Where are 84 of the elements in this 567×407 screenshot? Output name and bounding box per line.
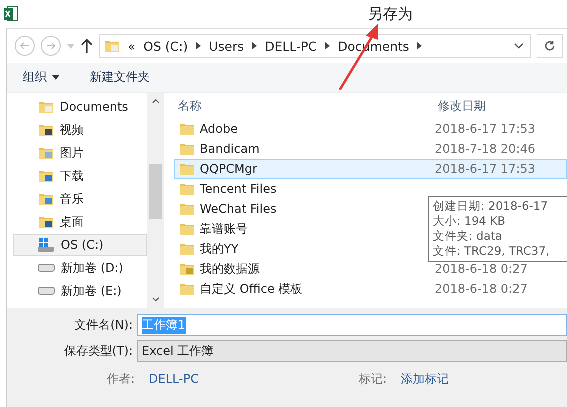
breadcrumb-arrow-icon[interactable] <box>417 42 422 50</box>
file-name: 靠谱账号 <box>200 220 248 238</box>
sidebar-item[interactable]: 下载 <box>13 165 147 187</box>
file-row[interactable]: 我的数据源 2018-6-18 0:27 <box>174 259 567 279</box>
sidebar-item[interactable]: Documents <box>13 96 147 118</box>
folder-icon <box>179 282 195 296</box>
data-folder-icon <box>179 262 195 276</box>
folder-icon <box>179 142 195 156</box>
music-folder-icon <box>38 192 54 206</box>
scroll-thumb[interactable] <box>149 164 162 219</box>
sidebar-item[interactable]: 新加卷 (E:) <box>13 280 147 302</box>
file-row[interactable]: QQPCMgr 2018-6-17 17:53 <box>174 159 567 179</box>
refresh-icon <box>544 40 556 52</box>
file-name: Adobe <box>200 122 238 136</box>
drive-icon <box>38 287 55 295</box>
breadcrumb-arrow-icon[interactable] <box>252 42 258 50</box>
new-folder-button[interactable]: 新建文件夹 <box>90 69 150 86</box>
file-row[interactable]: Tencent Files <box>174 179 567 199</box>
breadcrumb-item[interactable]: Users <box>209 38 244 54</box>
file-name: 我的数据源 <box>200 260 260 278</box>
annotation-title: 另存为 <box>368 4 413 24</box>
author-label: 作者: <box>107 370 136 388</box>
sidebar-item[interactable]: 新加卷 (D:) <box>13 257 147 279</box>
video-folder-icon <box>38 123 54 137</box>
caret-icon <box>52 75 60 80</box>
modified-date: 2018-6-18 0:27 <box>435 262 529 276</box>
folder-icon <box>179 122 195 136</box>
tooltip-line: 大小: 194 KB <box>433 214 507 229</box>
file-name: 自定义 Office 模板 <box>200 280 303 298</box>
folder-icon <box>179 162 195 176</box>
file-row[interactable]: Bandicam 2018-7-18 20:46 <box>174 139 567 159</box>
scroll-down-icon[interactable] <box>152 297 160 302</box>
excel-icon <box>4 6 18 22</box>
file-type-label: 保存类型(T): <box>63 342 133 360</box>
windows-drive-icon <box>38 238 55 252</box>
refresh-button[interactable] <box>537 34 563 58</box>
documents-folder-icon <box>104 39 120 53</box>
tooltip-line: 创建日期: 2018-6-17 <box>433 199 550 214</box>
add-tags-link[interactable]: 添加标记 <box>401 370 450 388</box>
up-arrow-icon[interactable] <box>81 39 93 53</box>
breadcrumb-item[interactable]: DELL-PC <box>265 38 318 54</box>
modified-date: 2018-6-17 17:53 <box>435 122 536 136</box>
sidebar-item[interactable]: 视频 <box>13 119 147 141</box>
sidebar-item[interactable]: 桌面 <box>13 211 147 233</box>
desktop-folder-icon <box>38 215 54 229</box>
overflow-chevron[interactable]: « <box>128 38 136 54</box>
file-name: 我的YY <box>200 240 239 258</box>
modified-date: 2018-6-17 17:53 <box>435 162 536 176</box>
pictures-folder-icon <box>38 146 54 160</box>
scrollbar[interactable] <box>147 93 164 308</box>
file-name: Tencent Files <box>200 182 277 196</box>
breadcrumb-item[interactable]: OS (C:) <box>144 38 188 54</box>
folder-icon <box>179 242 195 256</box>
scroll-up-icon[interactable] <box>152 99 160 104</box>
column-header[interactable]: 修改日期 <box>434 98 567 114</box>
folder-icon <box>179 202 195 216</box>
organize-menu-button[interactable]: 组织 <box>23 69 60 86</box>
sidebar-item[interactable]: 音乐 <box>13 188 147 210</box>
file-type-dropdown[interactable]: Excel 工作簿 <box>137 340 567 362</box>
file-name: WeChat Files <box>200 202 277 216</box>
download-folder-icon <box>38 169 54 183</box>
modified-date: 2018-7-18 20:46 <box>435 142 536 156</box>
drive-icon <box>38 264 55 272</box>
filename-label: 文件名(N): <box>74 316 133 334</box>
file-name: Bandicam <box>200 142 260 156</box>
author-link[interactable]: DELL-PC <box>149 372 199 386</box>
tooltip-line: 文件: TRC29, TRC37, <box>433 244 551 259</box>
file-row[interactable]: Adobe 2018-6-17 17:53 <box>174 119 567 139</box>
folder-icon <box>179 182 195 196</box>
tags-label: 标记: <box>358 370 388 388</box>
breadcrumb-arrow-icon[interactable] <box>325 42 330 50</box>
documents-folder-icon <box>38 100 54 114</box>
right-arrow-icon <box>46 41 56 51</box>
sidebar-item[interactable]: 图片 <box>13 142 147 164</box>
file-row[interactable]: 自定义 Office 模板 2018-6-18 0:27 <box>174 279 567 299</box>
tooltip-line: 文件夹: data <box>433 229 504 244</box>
chevron-down-icon[interactable] <box>514 43 524 49</box>
file-name: QQPCMgr <box>200 162 258 176</box>
column-header[interactable]: 名称 <box>174 98 434 114</box>
left-arrow-icon <box>20 41 30 51</box>
folder-icon <box>179 222 195 236</box>
modified-date: 2018-6-18 0:27 <box>435 282 529 296</box>
breadcrumb-arrow-icon[interactable] <box>196 42 202 50</box>
sidebar-item[interactable]: OS (C:) <box>13 234 147 256</box>
